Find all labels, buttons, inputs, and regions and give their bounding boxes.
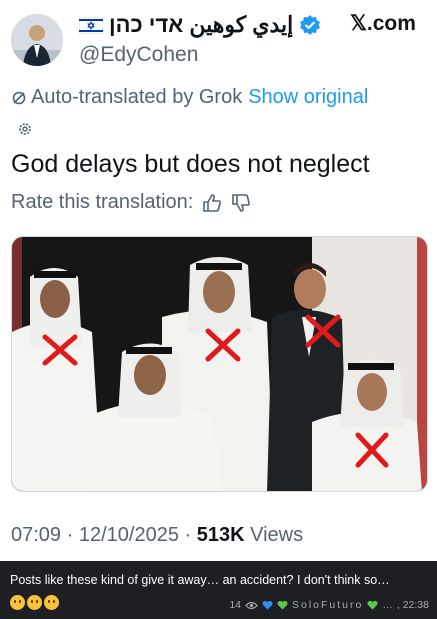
tweet-date[interactable]: 12/10/2025 (79, 524, 179, 546)
chat-footer: 14 SoloFuturo … , 22:38 (229, 599, 429, 611)
chat-message: Posts like these kind of give it away… a… (0, 561, 437, 619)
green-heart-icon (277, 600, 288, 610)
face-emoji-icon (44, 595, 59, 610)
avatar[interactable] (11, 14, 63, 66)
face-emoji-icon (27, 595, 42, 610)
thumbs-down-icon[interactable] (231, 193, 251, 212)
verified-badge-icon (300, 15, 321, 35)
translate-icon (12, 91, 26, 104)
green-heart-icon (367, 600, 378, 610)
tweet-meta: 07:09 · 12/10/2025 · 513K Views (11, 524, 303, 547)
views-count: 513K (196, 524, 245, 546)
israel-flag-icon (79, 16, 103, 34)
photo-image (12, 237, 427, 491)
eye-icon (245, 601, 258, 609)
face-emoji-icon (10, 595, 25, 610)
thumbs-up-icon[interactable] (202, 193, 222, 212)
meta-separator: · (184, 524, 197, 546)
display-name-row[interactable]: إيدي كوهين אדי כהן (79, 10, 321, 40)
translation-notice: Auto-translated by Grok Show original (11, 86, 368, 109)
show-original-link[interactable]: Show original (248, 86, 368, 109)
avatar-image (11, 14, 63, 66)
blue-heart-icon (262, 600, 273, 610)
x-logo-icon: 𝕏.com (350, 11, 416, 36)
views-label: Views (250, 524, 304, 546)
chat-message-text: Posts like these kind of give it away… a… (10, 573, 390, 587)
tweet-photo[interactable] (11, 236, 428, 492)
chat-view-count: 14 (229, 599, 241, 611)
translation-label: Auto-translated by Grok (31, 86, 243, 108)
rate-translation: Rate this translation: (11, 191, 251, 214)
chat-time: , 22:38 (396, 599, 429, 611)
display-name: إيدي كوهين אדי כהן (109, 12, 294, 37)
rate-label: Rate this translation: (11, 191, 194, 213)
tweet-header: إيدي كوهين אדי כהן @EdyCohen 𝕏.com (0, 0, 437, 75)
chat-sender[interactable]: SoloFuturo (292, 599, 363, 611)
user-handle[interactable]: @EdyCohen (79, 43, 198, 67)
meta-separator: · (66, 524, 79, 546)
platform-label: 𝕏.com (350, 12, 416, 35)
chat-ellipsis: … (382, 599, 393, 611)
tweet-text: God delays but does not neglect (11, 150, 370, 178)
gear-icon[interactable] (17, 121, 33, 137)
tweet-time[interactable]: 07:09 (11, 524, 61, 546)
chat-emoji-row (10, 595, 59, 610)
